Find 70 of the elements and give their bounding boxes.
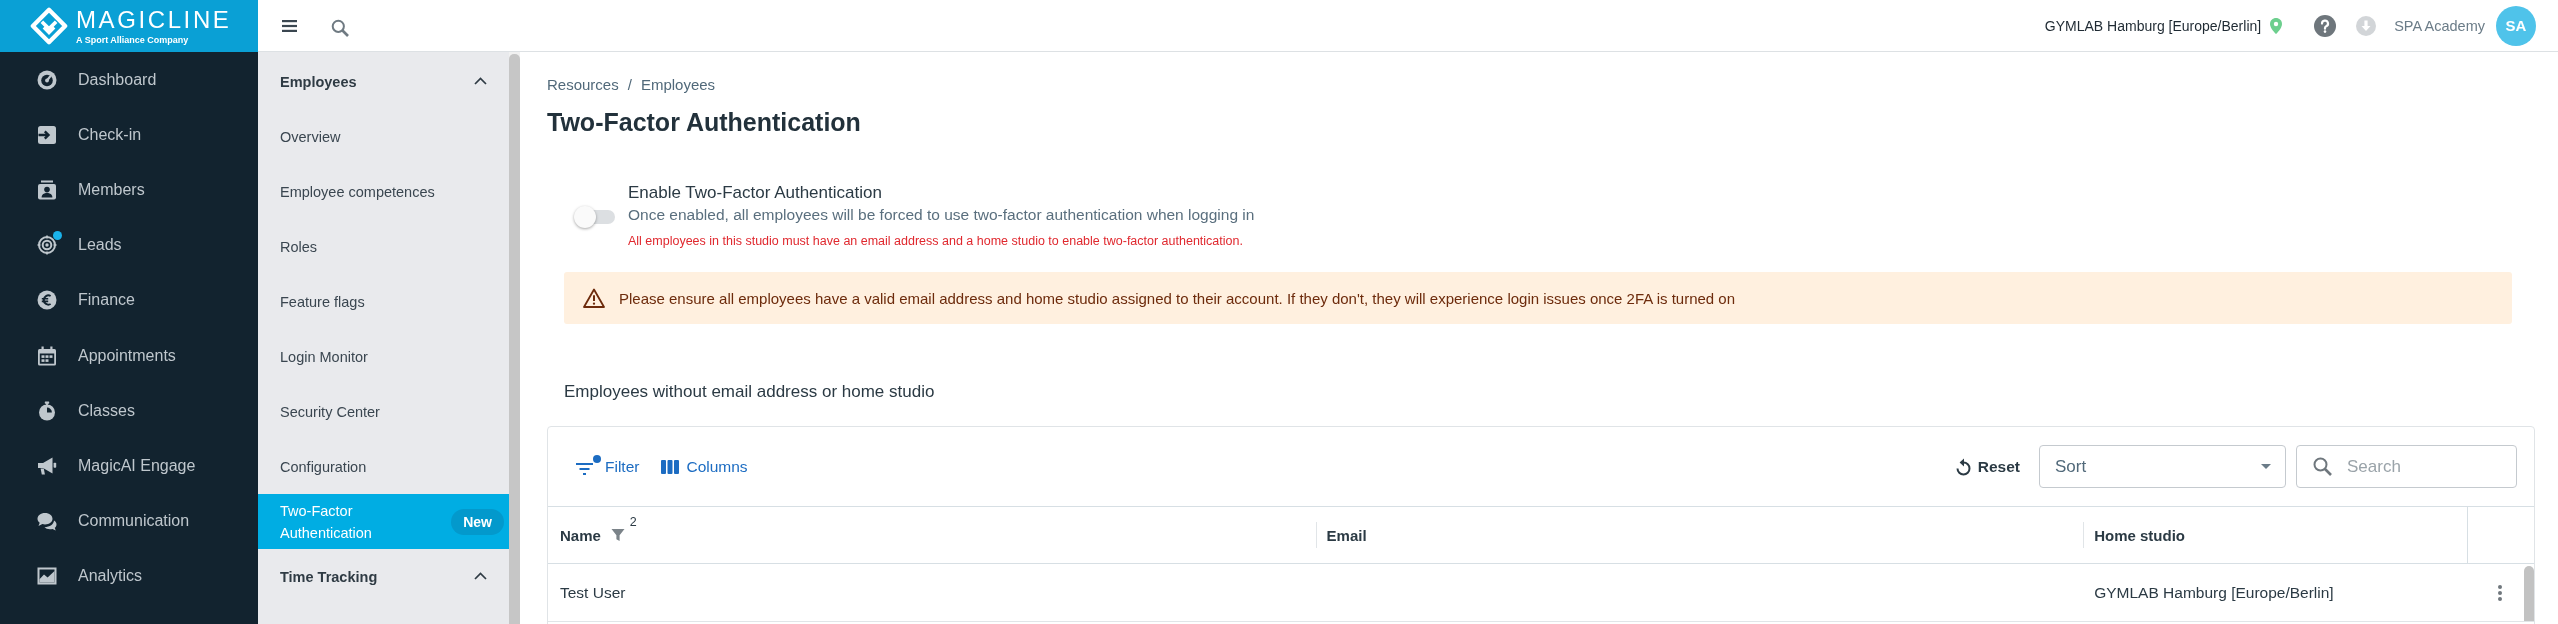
logo-tagline: A Sport Alliance Company [76, 34, 189, 46]
nav-item[interactable]: Finance [0, 272, 258, 328]
caret-down-icon [2261, 464, 2271, 469]
setting-label: Enable Two-Factor Authentication [628, 182, 882, 204]
toggle-switch[interactable] [574, 206, 615, 228]
menu-icon[interactable] [282, 19, 297, 32]
submenu-header[interactable]: Time Tracking [258, 549, 509, 604]
submenu-item[interactable]: Overview [258, 109, 509, 164]
nav-item[interactable]: Leads [0, 217, 258, 273]
columns-button[interactable]: Columns [653, 451, 756, 482]
page-title: Two-Factor Authentication [547, 107, 861, 137]
submenu-item[interactable]: Roles [258, 219, 509, 274]
help-icon[interactable] [2314, 14, 2337, 37]
submenu-item[interactable]: Configuration [258, 439, 509, 494]
sort-select[interactable]: Sort [2039, 445, 2286, 488]
reset-button[interactable]: Reset [1947, 451, 2028, 482]
validation-message: All employees in this studio must have an email address and a home studio to enable two-factor authentication. [628, 233, 1243, 250]
filter-count: 2 [629, 514, 637, 530]
nav-item[interactable]: MagicAI Engage [0, 438, 258, 494]
megaphone-icon [37, 455, 57, 476]
more-options-icon[interactable] [2498, 584, 2503, 601]
stopwatch-icon [37, 400, 57, 421]
filter-button[interactable]: Filter [568, 451, 648, 482]
studio-name[interactable]: GYMLAB Hamburg [Europe/Berlin] [2044, 17, 2262, 34]
table-cell-text: GYMLAB Hamburg [Europe/Berlin] [2093, 582, 2335, 603]
submenu-item[interactable]: Feature flags [258, 274, 509, 329]
breadcrumb-link[interactable]: Resources [547, 76, 619, 93]
id-card-icon [37, 179, 57, 200]
section-title: Employees without email address or home studio [564, 381, 935, 403]
nav-item[interactable]: Members [0, 162, 258, 218]
target-icon [37, 235, 57, 256]
nav-item[interactable]: Dashboard [0, 52, 258, 108]
column-header[interactable]: Email [1326, 526, 1367, 544]
new-badge: New [451, 508, 504, 535]
search-icon[interactable] [331, 18, 349, 37]
area-chart-icon [37, 566, 57, 587]
reset-icon [1955, 457, 1972, 476]
nav-item[interactable]: Check-in [0, 107, 258, 163]
breadcrumb-separator: / [627, 76, 632, 93]
gauge-icon [37, 69, 57, 90]
column-header[interactable]: Home studio [2094, 526, 2186, 544]
calendar-icon [37, 345, 57, 366]
table-cell-text: Test User [559, 582, 627, 603]
nav-item[interactable]: Appointments [0, 327, 258, 384]
nav-item[interactable]: Classes [0, 383, 258, 439]
nav-item[interactable]: Analytics [0, 548, 258, 604]
column-header[interactable]: Name [560, 526, 601, 544]
filter-lines-icon [576, 462, 594, 475]
location-pin-icon [2270, 17, 2283, 34]
funnel-icon[interactable] [610, 528, 625, 542]
columns-icon [661, 459, 680, 474]
scrollbar-thumb[interactable] [2524, 566, 2534, 621]
submenu-header[interactable]: Employees [258, 54, 509, 109]
search-icon [2313, 457, 2332, 476]
chat-bubbles-icon [37, 511, 57, 532]
euro-coin-icon [37, 290, 57, 311]
scrollbar-thumb[interactable] [509, 54, 520, 624]
submenu-item[interactable]: Security Center [258, 384, 509, 439]
breadcrumb-link[interactable]: Employees [640, 76, 716, 93]
warning-icon [583, 288, 605, 308]
sign-in-icon [37, 124, 57, 145]
logo-icon [30, 7, 68, 45]
user-name: SPA Academy [2394, 17, 2485, 34]
submenu-item[interactable]: Employee competences [258, 164, 509, 219]
setting-description: Once enabled, all employees will be forced to use two-factor authentication when logging in [628, 205, 1255, 225]
nav-item[interactable]: Communication [0, 493, 258, 549]
warning-message: Please ensure all employees have a valid email address and home studio assigned to their account. If they don't, they will experience login issues once 2FA is turned on [619, 289, 1736, 307]
search-field[interactable]: Search [2296, 445, 2517, 488]
submenu-item[interactable]: Login Monitor [258, 329, 509, 384]
logo-text: MAGICLINE [76, 6, 232, 32]
